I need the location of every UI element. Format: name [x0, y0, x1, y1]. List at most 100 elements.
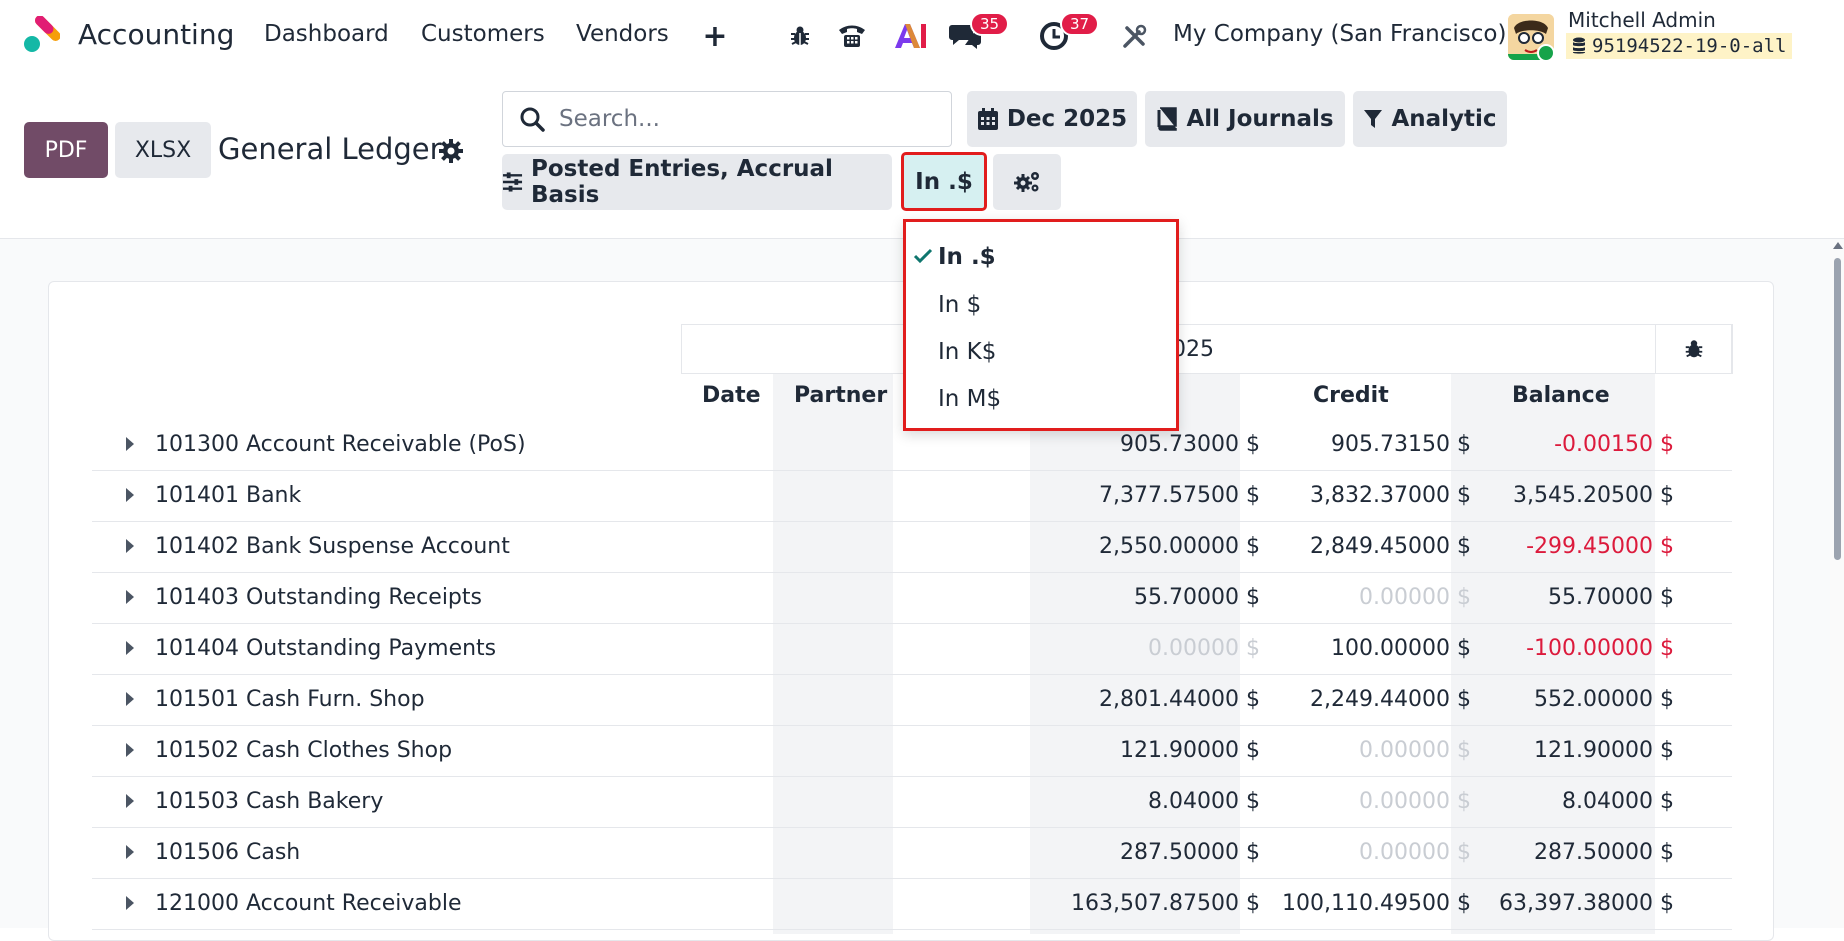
- filter-icon: [1364, 110, 1383, 128]
- table-row[interactable]: 101503 Cash Bakery 8.04000 $ 0.00000 $ 8…: [92, 777, 1732, 828]
- scroll-up-arrow-icon[interactable]: [1833, 242, 1843, 249]
- ledger-rows: 101300 Account Receivable (PoS) 905.7300…: [92, 420, 1732, 930]
- table-row[interactable]: 101404 Outstanding Payments 0.00000 $ 10…: [92, 624, 1732, 675]
- rounding-option-thousands[interactable]: In K$: [938, 339, 996, 365]
- date-filter-button[interactable]: Dec 2025: [967, 91, 1137, 147]
- credit-value: 2,849.45000 $: [1310, 534, 1471, 559]
- debit-value: 163,507.87500 $: [1071, 891, 1260, 916]
- activities-badge: 37: [1060, 12, 1100, 36]
- rounding-option-millions[interactable]: In M$: [938, 386, 1001, 412]
- credit-value: 3,832.37000 $: [1310, 483, 1471, 508]
- account-name: 101501 Cash Furn. Shop: [155, 687, 425, 712]
- app-name[interactable]: Accounting: [78, 18, 234, 51]
- expand-caret-icon[interactable]: [126, 845, 134, 859]
- rounding-filter-label: In .$: [915, 168, 973, 195]
- balance-value: -100.00000 $: [1526, 636, 1674, 661]
- balance-value: 287.50000 $: [1534, 840, 1674, 865]
- journals-filter-button[interactable]: All Journals: [1145, 91, 1345, 147]
- online-status-dot: [1537, 44, 1555, 62]
- debit-value: 8.04000 $: [1148, 789, 1260, 814]
- ai-icon[interactable]: [893, 18, 927, 54]
- expand-caret-icon[interactable]: [126, 896, 134, 910]
- account-name: 101502 Cash Clothes Shop: [155, 738, 453, 763]
- table-row[interactable]: 101403 Outstanding Receipts 55.70000 $ 0…: [92, 573, 1732, 624]
- analytic-filter-button[interactable]: Analytic: [1353, 91, 1507, 147]
- chat-icon[interactable]: 35: [948, 12, 1010, 54]
- app-logo-icon[interactable]: [20, 16, 60, 56]
- table-row[interactable]: 101501 Cash Furn. Shop 2,801.44000 $ 2,2…: [92, 675, 1732, 726]
- expand-caret-icon[interactable]: [126, 641, 134, 655]
- column-date[interactable]: Date: [702, 383, 761, 408]
- rounding-dropdown: In .$ In $ In K$ In M$: [903, 219, 1179, 431]
- messages-badge: 35: [970, 12, 1010, 36]
- credit-value: 905.73150 $: [1331, 432, 1471, 457]
- company-switcher[interactable]: My Company (San Francisco): [1173, 21, 1506, 47]
- expand-caret-icon[interactable]: [126, 590, 134, 604]
- menu-vendors[interactable]: Vendors: [576, 21, 669, 47]
- gear-icon[interactable]: [438, 138, 464, 164]
- menu-customers[interactable]: Customers: [421, 21, 545, 47]
- table-row[interactable]: 101401 Bank 7,377.57500 $ 3,832.37000 $ …: [92, 471, 1732, 522]
- column-credit[interactable]: Credit: [1313, 383, 1389, 408]
- bug-icon: [1685, 340, 1703, 358]
- column-balance[interactable]: Balance: [1512, 383, 1610, 408]
- user-name[interactable]: Mitchell Admin: [1568, 8, 1716, 32]
- entries-filter-label: Posted Entries, Accrual Basis: [531, 156, 833, 208]
- credit-value: 2,249.44000 $: [1310, 687, 1471, 712]
- menu-dashboard[interactable]: Dashboard: [264, 21, 389, 47]
- expand-caret-icon[interactable]: [126, 692, 134, 706]
- debit-value: 905.73000 $: [1120, 432, 1260, 457]
- balance-value: 55.70000 $: [1548, 585, 1674, 610]
- database-icon: [1573, 37, 1585, 54]
- column-partner[interactable]: Partner: [794, 383, 887, 408]
- search-icon: [520, 107, 545, 132]
- scrollbar-thumb[interactable]: [1834, 258, 1841, 560]
- expand-caret-icon[interactable]: [126, 743, 134, 757]
- bug-icon[interactable]: [786, 18, 814, 54]
- calendar-icon: [977, 108, 998, 130]
- debit-value: 287.50000 $: [1120, 840, 1260, 865]
- date-filter-label: Dec 2025: [1006, 106, 1128, 132]
- table-row[interactable]: 101402 Bank Suspense Account 2,550.00000…: [92, 522, 1732, 573]
- expand-caret-icon[interactable]: [126, 539, 134, 553]
- pdf-button[interactable]: PDF: [24, 122, 108, 178]
- analytic-filter-label: Analytic: [1391, 106, 1497, 132]
- debug-cell-button[interactable]: [1655, 324, 1733, 374]
- account-name: 101403 Outstanding Receipts: [155, 585, 482, 610]
- page-title: General Ledger: [218, 132, 442, 166]
- book-icon: [1157, 107, 1178, 131]
- expand-caret-icon[interactable]: [126, 437, 134, 451]
- credit-value: 0.00000 $: [1359, 738, 1471, 763]
- table-row[interactable]: 101502 Cash Clothes Shop 121.90000 $ 0.0…: [92, 726, 1732, 777]
- balance-value: 3,545.20500 $: [1513, 483, 1674, 508]
- xlsx-button[interactable]: XLSX: [115, 122, 211, 178]
- rounding-option-units[interactable]: In $: [938, 292, 981, 318]
- tools-icon[interactable]: [1120, 18, 1150, 54]
- search-input[interactable]: [559, 106, 919, 132]
- account-name: 121000 Account Receivable: [155, 891, 462, 916]
- rounding-filter-button[interactable]: In .$: [901, 152, 987, 211]
- account-name: 101402 Bank Suspense Account: [155, 534, 510, 559]
- rounding-option-cents[interactable]: In .$: [938, 244, 996, 270]
- debit-value: 2,550.00000 $: [1099, 534, 1260, 559]
- expand-caret-icon[interactable]: [126, 794, 134, 808]
- period-header: 025: [681, 324, 1732, 374]
- account-name: 101506 Cash: [155, 840, 301, 865]
- debit-value: 55.70000 $: [1134, 585, 1260, 610]
- search-box[interactable]: [502, 91, 952, 147]
- account-name: 101401 Bank: [155, 483, 302, 508]
- expand-caret-icon[interactable]: [126, 488, 134, 502]
- phone-icon[interactable]: [835, 18, 869, 54]
- top-navbar: Accounting Dashboard Customers Vendors +…: [0, 0, 1844, 74]
- plus-icon[interactable]: +: [700, 18, 730, 54]
- table-row[interactable]: 121000 Account Receivable 163,507.87500 …: [92, 879, 1732, 930]
- debit-value: 0.00000 $: [1148, 636, 1260, 661]
- clock-icon[interactable]: 37: [1038, 12, 1100, 54]
- table-row[interactable]: 101506 Cash 287.50000 $ 0.00000 $ 287.50…: [92, 828, 1732, 879]
- database-name: 95194522-19-0-all: [1592, 35, 1787, 57]
- journals-filter-label: All Journals: [1186, 106, 1334, 132]
- options-button[interactable]: [993, 154, 1061, 210]
- debit-value: 2,801.44000 $: [1099, 687, 1260, 712]
- entries-filter-button[interactable]: Posted Entries, Accrual Basis: [502, 154, 892, 210]
- check-icon: [913, 248, 933, 264]
